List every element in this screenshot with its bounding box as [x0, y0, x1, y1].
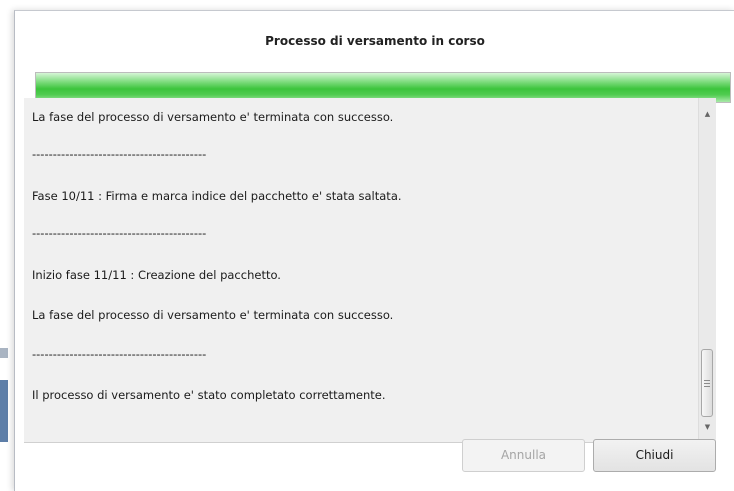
log-scrollbar[interactable]: ▲ ▼ — [698, 98, 716, 442]
background-window-edge — [0, 380, 8, 442]
grip-lines-icon — [704, 380, 710, 381]
scroll-down-icon[interactable]: ▼ — [699, 419, 716, 436]
log-line: ----------------------------------------… — [32, 226, 207, 240]
log-line: La fase del processo di versamento e' te… — [32, 308, 394, 322]
log-line: Fase 10/11 : Firma e marca indice del pa… — [32, 189, 402, 203]
log-line: ----------------------------------------… — [32, 147, 207, 161]
dialog-title: Processo di versamento in corso — [265, 34, 485, 48]
background-window-edge — [0, 348, 8, 358]
close-button[interactable]: Chiudi — [593, 439, 716, 472]
scroll-up-icon[interactable]: ▲ — [699, 106, 716, 123]
log-line: ----------------------------------------… — [32, 347, 207, 361]
grip-lines-icon — [704, 383, 710, 384]
log-line: La fase del processo di versamento e' te… — [32, 110, 394, 124]
log-line: Inizio fase 11/11 : Creazione del pacche… — [32, 268, 281, 282]
grip-lines-icon — [704, 386, 710, 387]
log-output-panel[interactable]: La fase del processo di versamento e' te… — [24, 98, 698, 443]
cancel-button[interactable]: Annulla — [462, 439, 585, 472]
scroll-thumb[interactable] — [701, 349, 713, 417]
log-line: Il processo di versamento e' stato compl… — [32, 388, 386, 402]
background-window — [0, 0, 14, 490]
